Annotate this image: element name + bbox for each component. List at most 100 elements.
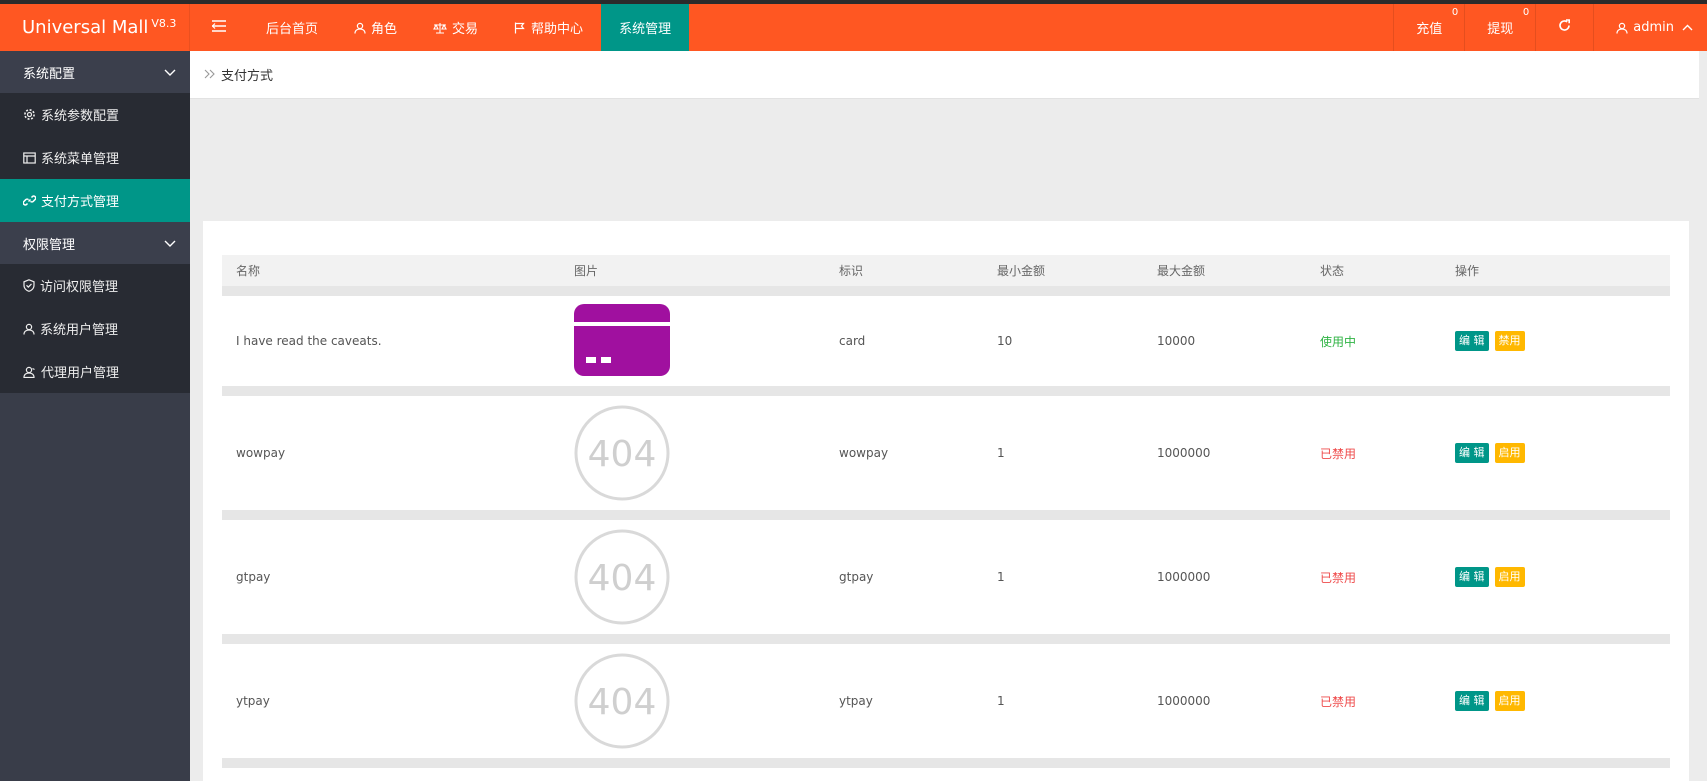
user-name: admin bbox=[1633, 20, 1674, 35]
nav-home-label: 后台首页 bbox=[266, 22, 319, 37]
column-header: 最大金额 bbox=[1143, 255, 1306, 296]
column-header: 操作 bbox=[1441, 255, 1670, 296]
cell-max-amount: 1000000 bbox=[1143, 639, 1306, 768]
nav-trade[interactable]: 交易 bbox=[415, 4, 496, 51]
breadcrumb-current: 支付方式 bbox=[221, 69, 274, 84]
cell-min-amount: 1 bbox=[983, 639, 1143, 768]
cell-min-amount: 10 bbox=[983, 291, 1143, 396]
sidebar-group-label: 系统配置 bbox=[23, 66, 76, 82]
withdraw-button[interactable]: 提现 0 bbox=[1464, 4, 1535, 51]
enable-button[interactable]: 启用 bbox=[1494, 691, 1525, 711]
sidebar-group-label: 权限管理 bbox=[23, 237, 76, 253]
edit-button[interactable]: 编 辑 bbox=[1455, 567, 1489, 587]
chevron-down-icon bbox=[164, 69, 176, 76]
cell-actions: 编 辑启用 bbox=[1441, 515, 1670, 644]
cell-status: 使用中 bbox=[1306, 291, 1441, 396]
chevron-down-icon bbox=[164, 240, 176, 247]
sidebar-item-agent-users[interactable]: 代理用户管理 bbox=[0, 350, 190, 393]
enable-button[interactable]: 启用 bbox=[1494, 443, 1525, 463]
nav-help-label: 帮助中心 bbox=[531, 22, 584, 37]
cell-status: 已禁用 bbox=[1306, 639, 1441, 768]
payment-table-card: 名称 图片 标识 最小金额 最大金额 状态 操作 I have read the… bbox=[203, 221, 1689, 781]
cell-name: gtpay bbox=[222, 515, 560, 644]
cell-code: ytpay bbox=[825, 639, 983, 768]
missing-image-placeholder: 404 bbox=[574, 405, 670, 501]
chevron-up-icon bbox=[1682, 24, 1693, 31]
missing-image-placeholder: 404 bbox=[574, 653, 670, 749]
agent-icon bbox=[23, 366, 36, 378]
breadcrumb: 支付方式 bbox=[190, 51, 1707, 99]
cell-actions: 编 辑禁用 bbox=[1441, 291, 1670, 396]
cell-image: 404 bbox=[560, 639, 825, 768]
cell-min-amount: 1 bbox=[983, 515, 1143, 644]
app-logo[interactable]: Universal Mall V8.3 bbox=[0, 4, 190, 51]
cell-max-amount: 10000 bbox=[1143, 291, 1306, 396]
column-header: 图片 bbox=[560, 255, 825, 296]
withdraw-count-badge: 0 bbox=[1522, 7, 1530, 18]
sidebar-item-label: 系统用户管理 bbox=[40, 323, 119, 338]
cell-status: 已禁用 bbox=[1306, 391, 1441, 520]
menu-toggle-icon bbox=[211, 19, 226, 36]
double-chevron-icon bbox=[204, 67, 215, 83]
nav-help[interactable]: 帮助中心 bbox=[496, 4, 601, 51]
gear-icon bbox=[23, 108, 36, 121]
cell-code: gtpay bbox=[825, 515, 983, 644]
sidebar-item-payment-methods[interactable]: 支付方式管理 bbox=[0, 179, 190, 222]
table-row: gtpay 404 gtpay 1 1000000 已禁用 编 辑启用 bbox=[222, 515, 1670, 644]
user-icon bbox=[354, 22, 366, 34]
recharge-button[interactable]: 充值 0 bbox=[1393, 4, 1464, 51]
cell-min-amount: 1 bbox=[983, 391, 1143, 520]
flag-icon bbox=[514, 22, 526, 34]
cell-image bbox=[560, 291, 825, 396]
cell-name: I have read the caveats. bbox=[222, 291, 560, 396]
link-icon bbox=[23, 194, 36, 207]
sidebar-group-system-config[interactable]: 系统配置 bbox=[0, 51, 190, 93]
missing-image-placeholder: 404 bbox=[574, 529, 670, 625]
nav-role[interactable]: 角色 bbox=[336, 4, 415, 51]
sidebar-group-permissions[interactable]: 权限管理 bbox=[0, 222, 190, 264]
table-row: wowpay 404 wowpay 1 1000000 已禁用 编 辑启用 bbox=[222, 391, 1670, 520]
edit-button[interactable]: 编 辑 bbox=[1455, 691, 1489, 711]
cell-actions: 编 辑启用 bbox=[1441, 391, 1670, 520]
menu-toggle-button[interactable] bbox=[190, 4, 248, 51]
shield-icon bbox=[23, 279, 35, 292]
table-row: I have read the caveats. card 10 10000 使… bbox=[222, 291, 1670, 396]
window-icon bbox=[23, 151, 36, 164]
cell-max-amount: 1000000 bbox=[1143, 515, 1306, 644]
refresh-icon bbox=[1558, 19, 1571, 36]
sidebar-item-system-users[interactable]: 系统用户管理 bbox=[0, 307, 190, 350]
placeholder-text: 404 bbox=[588, 558, 657, 599]
column-header: 状态 bbox=[1306, 255, 1441, 296]
cell-max-amount: 1000000 bbox=[1143, 391, 1306, 520]
column-header: 最小金额 bbox=[983, 255, 1143, 296]
column-header: 标识 bbox=[825, 255, 983, 296]
cell-status: 已禁用 bbox=[1306, 515, 1441, 644]
sidebar-item-label: 代理用户管理 bbox=[41, 366, 120, 381]
cell-image: 404 bbox=[560, 391, 825, 520]
vertical-scrollbar[interactable] bbox=[1699, 51, 1707, 781]
nav-system[interactable]: 系统管理 bbox=[601, 4, 690, 51]
nav-system-label: 系统管理 bbox=[619, 22, 672, 37]
user-menu[interactable]: admin bbox=[1593, 4, 1707, 51]
sidebar-item-label: 系统参数配置 bbox=[41, 109, 120, 124]
top-header: Universal Mall V8.3 后台首页 角色 交易 帮助中心 系统管理 … bbox=[0, 4, 1707, 51]
main-content: 支付方式 名称 图片 标识 最小金额 最大金额 状态 操作 I have rea… bbox=[190, 51, 1707, 781]
sidebar-item-system-menu[interactable]: 系统菜单管理 bbox=[0, 136, 190, 179]
enable-button[interactable]: 启用 bbox=[1494, 567, 1525, 587]
payment-methods-table: 名称 图片 标识 最小金额 最大金额 状态 操作 I have read the… bbox=[222, 255, 1670, 768]
cell-code: wowpay bbox=[825, 391, 983, 520]
credit-card-icon bbox=[574, 303, 670, 376]
scale-icon bbox=[433, 22, 447, 34]
sidebar-item-label: 系统菜单管理 bbox=[41, 152, 120, 167]
edit-button[interactable]: 编 辑 bbox=[1455, 443, 1489, 463]
sidebar-item-access-permissions[interactable]: 访问权限管理 bbox=[0, 264, 190, 307]
refresh-button[interactable] bbox=[1535, 4, 1593, 51]
sidebar-item-label: 访问权限管理 bbox=[40, 280, 119, 295]
disable-button[interactable]: 禁用 bbox=[1494, 331, 1525, 351]
edit-button[interactable]: 编 辑 bbox=[1455, 331, 1489, 351]
placeholder-text: 404 bbox=[588, 434, 657, 475]
sidebar-item-system-params[interactable]: 系统参数配置 bbox=[0, 93, 190, 136]
column-header: 名称 bbox=[222, 255, 560, 296]
sidebar-item-label: 支付方式管理 bbox=[41, 195, 120, 210]
nav-home[interactable]: 后台首页 bbox=[248, 4, 336, 51]
